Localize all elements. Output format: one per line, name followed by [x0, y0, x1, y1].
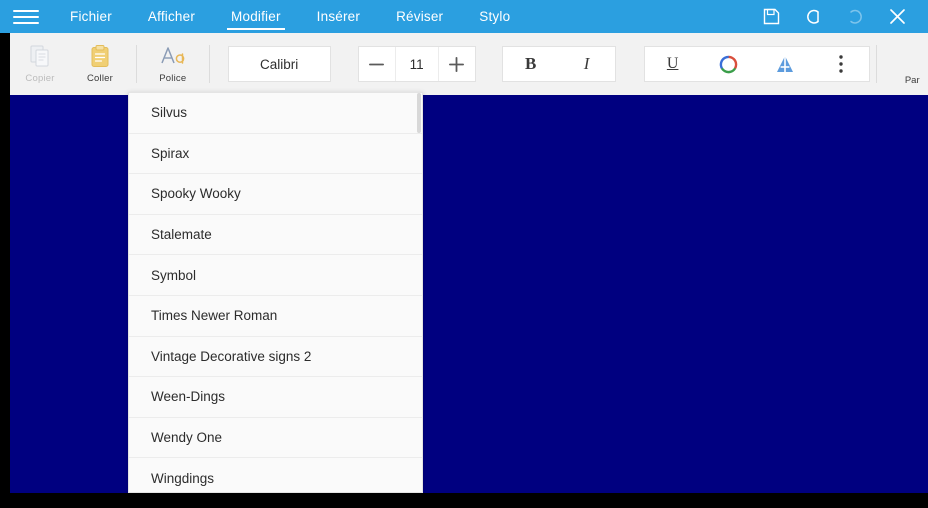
menu-tab-label: Fichier — [70, 9, 112, 24]
paste-button[interactable]: Coller — [70, 33, 130, 95]
underline-label: U — [666, 55, 679, 72]
underline-button[interactable]: U — [645, 47, 701, 81]
font-size-stepper: 11 — [357, 46, 476, 82]
divider — [875, 45, 877, 83]
font-option-label: Silvus — [151, 105, 188, 121]
menu-icon[interactable] — [0, 0, 52, 33]
font-option-wendy-one[interactable]: Wendy One — [129, 417, 422, 459]
menu-tab-fichier[interactable]: Fichier — [52, 0, 130, 33]
font-name-value: Calibri — [259, 56, 299, 72]
font-option-stalemate[interactable]: Stalemate — [129, 214, 422, 256]
app-window: Fichier Afficher Modifier Insérer Révise… — [0, 0, 928, 508]
menu-tab-afficher[interactable]: Afficher — [130, 0, 213, 33]
font-option-label: Stalemate — [151, 227, 212, 243]
more-options-button[interactable] — [813, 47, 869, 81]
text-decoration-group: U — [643, 46, 870, 82]
paragraph-button[interactable]: Par — [896, 33, 928, 95]
font-option-label: Spirax — [151, 145, 190, 161]
menu-icon-bar — [13, 9, 39, 12]
font-dropdown-scrollbar[interactable] — [417, 93, 421, 133]
clipboard-group: Copier Coller — [10, 33, 130, 95]
font-button[interactable]: Police — [142, 33, 203, 95]
ribbon-toolbar: Copier Coller Police Calibri 11 B I U Pa… — [10, 33, 928, 95]
divider — [208, 45, 210, 83]
font-option-spooky-wooky[interactable]: Spooky Wooky — [129, 174, 422, 215]
font-option-spirax[interactable]: Spirax — [129, 133, 422, 175]
text-style-group: B I — [501, 46, 616, 82]
font-option-label: Spooky Wooky — [151, 186, 241, 202]
redo-icon[interactable] — [834, 0, 876, 33]
menu-tab-stylo[interactable]: Stylo — [461, 0, 528, 33]
font-label: Police — [159, 73, 187, 84]
copy-icon — [30, 44, 50, 68]
font-option-label: Ween-Dings — [151, 389, 226, 405]
font-option-label: Times Newer Roman — [151, 308, 278, 324]
font-dropdown-list: Silvus Spirax Spooky Wooky Stalemate Sym… — [129, 93, 422, 492]
text-color-button[interactable] — [701, 47, 757, 81]
window-frame-left — [0, 33, 10, 508]
font-dropdown-menu: Silvus Spirax Spooky Wooky Stalemate Sym… — [128, 92, 423, 493]
paragraph-label: Par — [904, 75, 920, 86]
menu-tab-reviser[interactable]: Réviser — [378, 0, 461, 33]
paste-label: Coller — [86, 73, 113, 84]
font-option-vintage-decorative-signs-2[interactable]: Vintage Decorative signs 2 — [129, 336, 422, 378]
font-option-wingdings[interactable]: Wingdings — [129, 458, 422, 492]
font-option-label: Vintage Decorative signs 2 — [151, 348, 312, 364]
font-option-label: Wendy One — [151, 430, 223, 446]
window-frame-bottom — [0, 493, 928, 508]
menu-tab-label: Réviser — [396, 9, 444, 24]
font-group: Police — [142, 33, 203, 95]
copy-label: Copier — [25, 73, 55, 84]
undo-icon[interactable] — [792, 0, 834, 33]
bold-button[interactable]: B — [503, 47, 559, 81]
font-option-silvus[interactable]: Silvus — [129, 93, 422, 134]
font-option-label: Symbol — [151, 267, 197, 283]
color-wheel-icon — [718, 52, 739, 76]
save-icon[interactable] — [750, 0, 792, 33]
divider — [136, 45, 137, 83]
menu-icon-bar — [13, 21, 39, 24]
bold-label: B — [524, 54, 537, 73]
copy-button[interactable]: Copier — [10, 33, 70, 95]
menu-tab-modifier[interactable]: Modifier — [213, 0, 299, 33]
font-size-decrease-button[interactable] — [359, 47, 395, 81]
menu-tab-label: Modifier — [231, 9, 281, 24]
font-aa-icon — [160, 44, 186, 68]
menu-tab-inserer[interactable]: Insérer — [299, 0, 378, 33]
font-option-label: Wingdings — [151, 470, 215, 486]
font-name-input[interactable]: Calibri — [227, 46, 331, 82]
font-size-increase-button[interactable] — [439, 47, 475, 81]
menubar-actions — [750, 0, 928, 33]
paste-icon — [90, 44, 110, 68]
menu-tab-label: Insérer — [316, 9, 361, 24]
close-icon[interactable] — [876, 0, 918, 33]
font-option-times-newer-roman[interactable]: Times Newer Roman — [129, 295, 422, 337]
menu-tab-label: Stylo — [479, 9, 511, 24]
top-menu-bar: Fichier Afficher Modifier Insérer Révise… — [0, 0, 928, 33]
menu-tab-list: Fichier Afficher Modifier Insérer Révise… — [52, 0, 528, 33]
menu-icon-bar — [13, 15, 39, 18]
italic-button[interactable]: I — [559, 47, 615, 81]
more-vertical-icon — [838, 52, 844, 76]
italic-label: I — [583, 54, 590, 73]
highlight-button[interactable] — [757, 47, 813, 81]
font-option-symbol[interactable]: Symbol — [129, 255, 422, 296]
font-option-ween-dings[interactable]: Ween-Dings — [129, 377, 422, 418]
font-size-value: 11 — [409, 56, 424, 72]
menu-tab-label: Afficher — [147, 9, 196, 24]
highlight-a-icon — [774, 52, 796, 76]
font-size-input[interactable]: 11 — [394, 47, 439, 81]
